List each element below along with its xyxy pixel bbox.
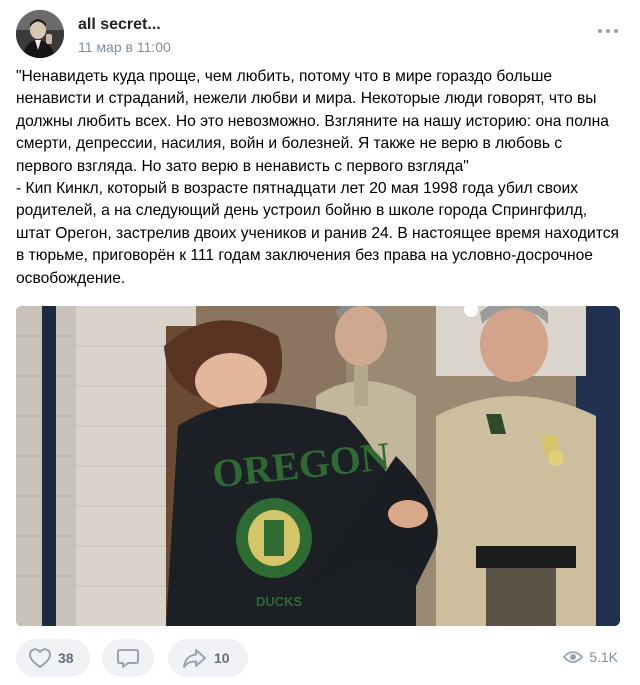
like-button[interactable]: 38 bbox=[16, 639, 90, 677]
author-name[interactable]: all secret... bbox=[78, 16, 161, 34]
views-counter: 5.1K bbox=[563, 649, 618, 665]
share-button[interactable]: 10 bbox=[168, 639, 248, 677]
share-arrow-icon bbox=[183, 649, 206, 668]
quote-paragraph: "Ненавидеть куда проще, чем любить, пото… bbox=[16, 68, 609, 175]
views-count: 5.1K bbox=[589, 649, 618, 665]
heart-icon bbox=[29, 648, 51, 668]
caption-paragraph: - Кип Кинкл, который в возрасте пятнадца… bbox=[16, 180, 619, 287]
comment-bubble-icon bbox=[117, 649, 139, 668]
post-card: all secret... 11 мар в 11:00 "Ненавидеть… bbox=[0, 0, 640, 685]
avatar[interactable] bbox=[16, 10, 64, 58]
crest-text: DUCKS bbox=[256, 594, 303, 609]
like-count: 38 bbox=[58, 650, 74, 666]
post-header: all secret... 11 мар в 11:00 bbox=[16, 8, 624, 60]
post-actions: 38 10 5.1K bbox=[16, 639, 624, 677]
post-date[interactable]: 11 мар в 11:00 bbox=[78, 39, 171, 55]
comment-button[interactable] bbox=[102, 639, 154, 677]
photo-illustration: OREGON DUCKS bbox=[16, 306, 620, 626]
eye-icon bbox=[563, 651, 584, 663]
share-count: 10 bbox=[214, 650, 230, 666]
post-text: "Ненавидеть куда проще, чем любить, пото… bbox=[16, 66, 620, 290]
post-photo[interactable]: OREGON DUCKS bbox=[16, 306, 620, 626]
avatar-image bbox=[16, 10, 64, 58]
more-dots-icon[interactable] bbox=[598, 26, 620, 36]
